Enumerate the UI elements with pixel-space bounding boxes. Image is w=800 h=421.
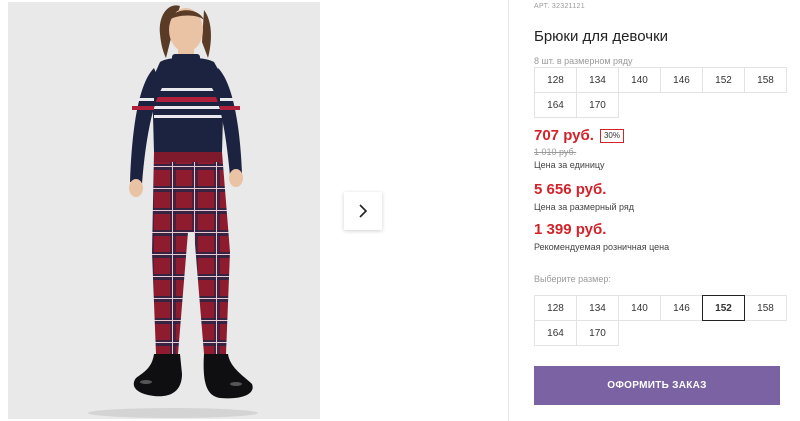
old-price: 1 010 руб. [534, 147, 577, 157]
model-illustration [8, 2, 320, 419]
retail-price: 1 399 руб. [534, 221, 607, 238]
pack-size-cell: 170 [576, 92, 619, 118]
pack-label: 8 шт. в размерном ряду [534, 56, 633, 66]
pack-size-cell: 146 [660, 67, 703, 93]
pack-size-cell: 140 [618, 67, 661, 93]
panel-divider [508, 0, 509, 421]
product-photo[interactable] [8, 2, 320, 419]
size-option[interactable]: 140 [618, 295, 661, 321]
next-image-button[interactable] [344, 192, 382, 230]
order-button[interactable]: ОФОРМИТЬ ЗАКАЗ [534, 366, 780, 405]
size-option[interactable]: 164 [534, 320, 577, 346]
pack-size-grid: 128 134 140 146 152 158 164 170 [534, 67, 787, 118]
unit-price: 707 руб. [534, 127, 594, 144]
product-gallery [0, 0, 508, 421]
pack-size-cell: 158 [744, 67, 787, 93]
size-option[interactable]: 158 [744, 295, 787, 321]
pack-price: 5 656 руб. [534, 181, 607, 198]
discount-badge: 30% [599, 128, 624, 143]
choose-size-label: Выберите размер: [534, 274, 611, 284]
pack-size-cell: 152 [702, 67, 745, 93]
size-option[interactable]: 134 [576, 295, 619, 321]
size-option[interactable]: 170 [576, 320, 619, 346]
pack-size-cell: 164 [534, 92, 577, 118]
retail-price-caption: Рекомендуемая розничная цена [534, 242, 670, 252]
size-selector: 128 134 140 146 152 158 164 170 [534, 295, 787, 346]
chevron-right-icon [359, 204, 368, 218]
pack-size-cell: 134 [576, 67, 619, 93]
unit-price-caption: Цена за единицу [534, 160, 605, 170]
price-row: 707 руб. 30% [534, 127, 624, 144]
size-option[interactable]: 146 [660, 295, 703, 321]
pack-price-caption: Цена за размерный ряд [534, 202, 635, 212]
product-title: Брюки для девочки [534, 28, 669, 45]
size-option-selected[interactable]: 152 [702, 295, 745, 321]
size-option[interactable]: 128 [534, 295, 577, 321]
pack-size-cell: 128 [534, 67, 577, 93]
article-number: АРТ. 32321121 [534, 3, 585, 10]
